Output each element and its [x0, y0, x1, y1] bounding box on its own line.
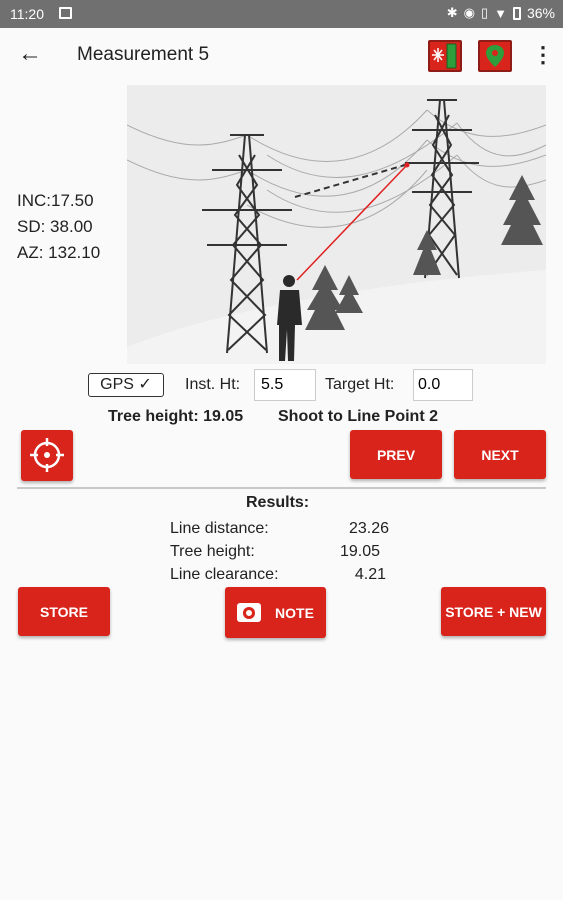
target-button[interactable]	[21, 430, 73, 481]
battery-percent: 36%	[526, 5, 555, 21]
inc-reading: INC:17.50	[17, 191, 94, 210]
store-button[interactable]: STORE	[18, 587, 110, 636]
inst-ht-input[interactable]	[254, 369, 316, 401]
laser-icon	[432, 43, 457, 69]
wifi-icon: ▼	[494, 5, 507, 21]
tree-height-label: Tree height:	[170, 543, 255, 560]
crosshair-icon	[30, 438, 64, 472]
line-distance-label: Line distance:	[170, 520, 269, 537]
app-bar: ← Measurement 5 ⋮	[0, 28, 563, 84]
gps-button[interactable]	[478, 40, 512, 72]
shoot-instruction: Shoot to Line Point 2	[278, 408, 438, 425]
location-icon: ◉	[463, 5, 475, 20]
bluetooth-icon: ✱	[446, 5, 458, 20]
target-ht-input[interactable]	[413, 369, 473, 401]
laser-button[interactable]	[428, 40, 462, 72]
status-icons: ✱ ◉ ▯ ▼ 36%	[447, 5, 555, 21]
more-vert-icon[interactable]: ⋮	[532, 41, 554, 69]
az-reading: AZ: 132.10	[17, 243, 101, 262]
tree-height-text: Tree height: 19.05	[108, 408, 244, 425]
line-distance-value: 23.26	[348, 520, 389, 537]
line-clearance-value: 4.21	[354, 566, 386, 583]
results-title: Results:	[246, 494, 310, 511]
map-pin-icon	[486, 45, 504, 67]
sd-reading: SD: 38.00	[17, 217, 93, 236]
gps-checkbox[interactable]: GPS ✓	[88, 373, 164, 397]
prev-button[interactable]: PREV	[350, 430, 442, 479]
camera-icon	[237, 603, 262, 622]
measurement-illustration	[126, 85, 547, 364]
tree-height-value: 19.05	[339, 543, 380, 560]
readings-panel: INC:17.50 SD: 38.00 AZ: 132.10	[17, 188, 100, 266]
next-button[interactable]: NEXT	[454, 430, 546, 479]
power-line-illustration	[126, 99, 547, 364]
inst-ht-label: Inst. Ht:	[185, 376, 241, 393]
note-button[interactable]: NOTE	[225, 587, 326, 638]
arrow-left-icon[interactable]: ←	[18, 42, 42, 66]
battery-icon	[512, 6, 521, 20]
image-icon	[59, 7, 72, 19]
divider	[17, 487, 546, 489]
page-title: Measurement 5	[77, 44, 210, 65]
target-ht-label: Target Ht:	[325, 376, 395, 393]
status-bar: 11:20 ✱ ◉ ▯ ▼ 36%	[0, 0, 563, 28]
line-clearance-label: Line clearance:	[170, 566, 279, 583]
status-time: 11:20	[10, 6, 44, 22]
note-label: NOTE	[275, 604, 314, 621]
store-new-button[interactable]: STORE + NEW	[441, 587, 546, 636]
vibrate-icon: ▯	[480, 5, 489, 20]
